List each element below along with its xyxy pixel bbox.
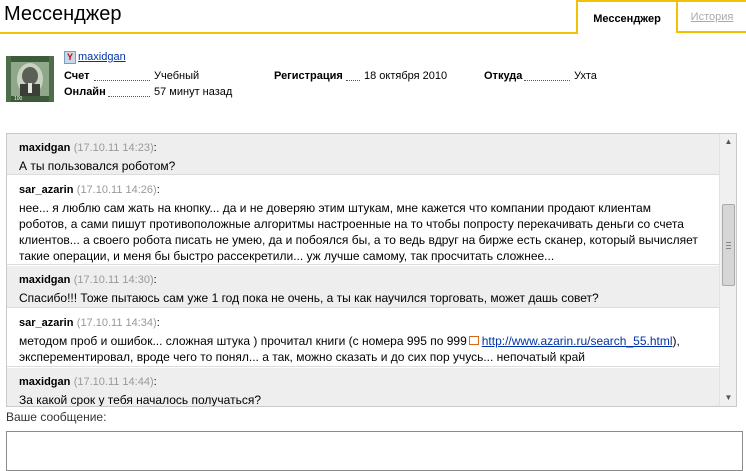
message-text-line: такие операции, и меня бы быстро рассекр… [19,249,555,263]
online-value: 57 минут назад [154,86,233,98]
message-text: Спасибо!!! Тоже пытаюсь сам уже 1 год по… [19,291,599,305]
location-label: Откуда [484,70,523,82]
tab-history[interactable]: История [678,0,746,33]
yandex-y-icon: Y [64,51,76,64]
message-author[interactable]: sar_azarin [19,184,73,196]
message-text: А ты пользовался роботом? [19,159,176,173]
message-author[interactable]: maxidgan [19,376,70,388]
chat-message: sar_azarin (17.10.11 14:34): методом про… [7,309,719,367]
header: Мессенджер Мессенджер История [0,0,746,34]
profile-username-link[interactable]: maxidgan [78,51,126,63]
message-time: (17.10.11 14:34) [76,317,157,329]
message-text-line: клиентов... а своего робота писать не ум… [19,233,698,247]
avatar-image: 100 [6,56,54,102]
online-label: Онлайн [64,86,106,98]
message-time: (17.10.11 14:23) [73,142,154,154]
scrollbar-thumb[interactable] [722,204,735,286]
message-author[interactable]: maxidgan [19,142,70,154]
chat-message: maxidgan (17.10.11 14:30): Спасибо!!! То… [7,266,719,308]
chat-message: maxidgan (17.10.11 14:23): А ты пользова… [7,134,719,175]
arrow-down-icon[interactable]: ▼ [720,390,736,405]
tab-messenger[interactable]: Мессенджер [576,0,678,33]
external-link-icon [468,336,479,345]
location-value: Ухта [574,70,597,82]
message-input-label: Ваше сообщение: [6,410,107,424]
message-link[interactable]: http://www.azarin.ru/search_55.html [482,334,673,348]
header-divider [0,32,578,34]
page-title: Мессенджер [4,3,122,25]
account-label: Счет [64,70,90,82]
registration-label: Регистрация [274,70,343,82]
message-author[interactable]: sar_azarin [19,317,73,329]
message-time: (17.10.11 14:26) [76,184,157,196]
account-value: Учебный [154,70,200,82]
account-dots [94,80,150,81]
chat-message: sar_azarin (17.10.11 14:26): нее... я лю… [7,176,719,265]
message-input[interactable] [6,431,743,471]
message-author[interactable]: maxidgan [19,274,70,286]
message-text-line: методом проб и ошибок... сложная штука )… [19,334,680,348]
message-text-line: эксперементировал, вроде чего то понял..… [19,350,585,364]
message-text: За какой срок у тебя началось получаться… [19,393,261,407]
registration-value: 18 октября 2010 [364,70,448,82]
chat-message: maxidgan (17.10.11 14:44): За какой срок… [7,368,719,407]
chat-scrollbar[interactable]: ▲ ▼ [719,134,736,406]
message-time: (17.10.11 14:44) [73,376,154,388]
chat-history[interactable]: maxidgan (17.10.11 14:23): А ты пользова… [6,133,737,407]
message-text-line: нее... я люблю сам жать на кнопку... да … [19,201,651,215]
message-time: (17.10.11 14:30) [73,274,154,286]
arrow-up-icon[interactable]: ▲ [720,134,736,149]
location-dots [524,80,570,81]
svg-text:100: 100 [14,96,23,102]
message-text-line: роботов, а сами пишут противоположные ал… [19,217,684,231]
registration-dots [346,80,360,81]
online-dots [108,96,150,97]
avatar[interactable]: 100 [6,56,54,102]
